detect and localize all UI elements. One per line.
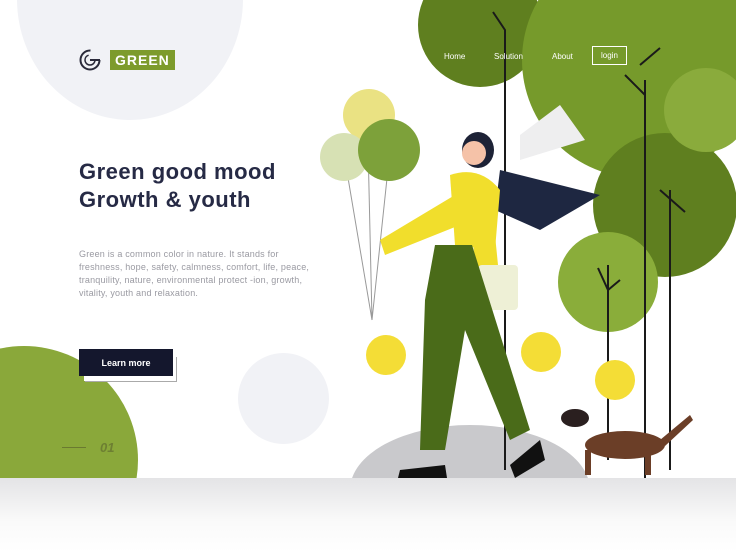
logo-g-icon [79, 49, 101, 71]
nav-home[interactable]: Home [444, 52, 465, 61]
title-line-1: Green good mood [79, 159, 276, 184]
brand-logo[interactable]: GREEN [79, 49, 175, 71]
balloons [320, 89, 420, 321]
brand-name: GREEN [110, 50, 175, 70]
hero-title: Green good mood Growth & youth [79, 158, 276, 214]
slide-number: 01 [100, 440, 115, 455]
title-line-2: Growth & youth [79, 187, 251, 212]
ground [352, 425, 588, 478]
illustration [320, 0, 736, 478]
nav-about[interactable]: About [552, 52, 573, 61]
login-button[interactable]: login [592, 46, 627, 65]
learn-more-button[interactable]: Learn more [79, 349, 173, 376]
slide-indicator[interactable]: 01 [62, 440, 114, 455]
page-shadow [0, 478, 736, 552]
landing-page: GREEN Home Solution About login Green go… [0, 0, 736, 478]
nav-solution[interactable]: Solution [494, 52, 523, 61]
indicator-line [62, 447, 86, 448]
hero-description: Green is a common color in nature. It st… [79, 249, 310, 298]
